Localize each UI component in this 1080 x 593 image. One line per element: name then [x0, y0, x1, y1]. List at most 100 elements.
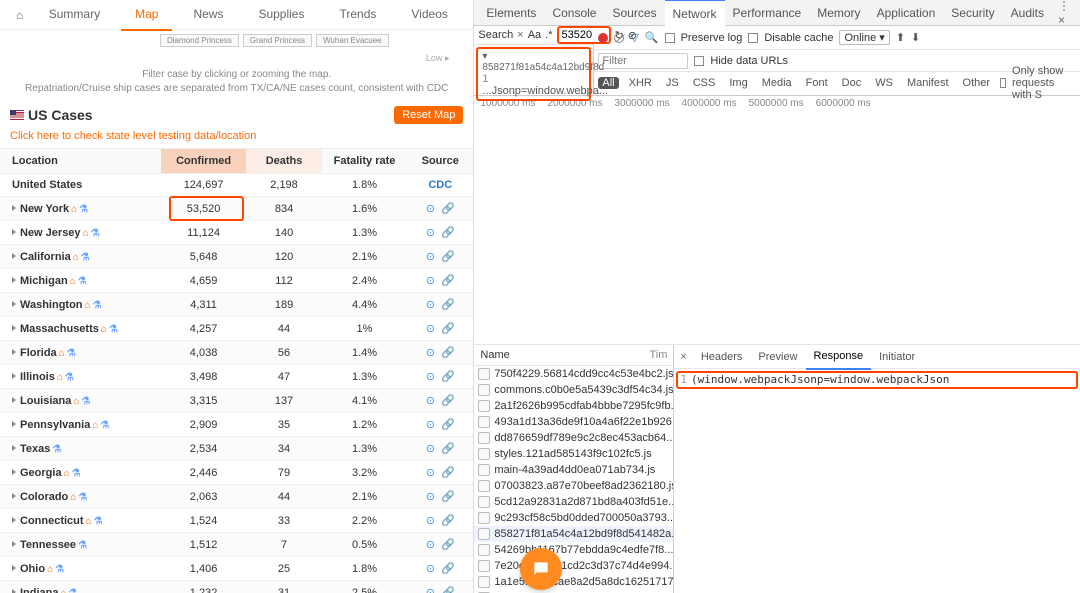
- filter-doc[interactable]: Doc: [838, 77, 866, 89]
- col-source[interactable]: Source: [407, 149, 473, 174]
- devtools-tab-elements[interactable]: Elements: [478, 0, 544, 26]
- table-row[interactable]: Colorado⌂⚗2,063442.1%⊙ 🔗: [0, 485, 473, 509]
- source-icon[interactable]: ⊙: [426, 419, 435, 431]
- filter-xhr[interactable]: XHR: [625, 77, 656, 89]
- nav-news[interactable]: News: [179, 0, 237, 31]
- network-file-row[interactable]: 750f4229.56814cdd9cc4c53e4bc2.js: [474, 366, 673, 382]
- table-row[interactable]: New Jersey⌂⚗11,1241401.3%⊙ 🔗: [0, 221, 473, 245]
- source-icon[interactable]: ⊙: [426, 443, 435, 455]
- source-link-icon[interactable]: 🔗: [441, 251, 455, 263]
- source-icon[interactable]: ⊙: [426, 491, 435, 503]
- source-link-icon[interactable]: 🔗: [441, 563, 455, 575]
- source-link-icon[interactable]: 🔗: [441, 467, 455, 479]
- detail-tab-preview[interactable]: Preview: [750, 345, 805, 369]
- filter-media[interactable]: Media: [758, 77, 796, 89]
- source-link-icon[interactable]: 🔗: [441, 227, 455, 239]
- search-icon[interactable]: 🔍: [645, 31, 659, 44]
- network-file-row[interactable]: 493a1d13a36de9f10a4a6f22e1b926...: [474, 414, 673, 430]
- reset-map-button[interactable]: Reset Map: [394, 106, 463, 124]
- source-link-icon[interactable]: 🔗: [441, 323, 455, 335]
- upload-icon[interactable]: ⬆: [896, 31, 905, 44]
- devtools-tab-performance[interactable]: Performance: [725, 0, 810, 26]
- source-icon[interactable]: ⊙: [426, 539, 435, 551]
- source-icon[interactable]: ⊙: [426, 299, 435, 311]
- source-icon[interactable]: ⊙: [426, 323, 435, 335]
- source-icon[interactable]: ⊙: [426, 515, 435, 527]
- table-row[interactable]: Pennsylvania⌂⚗2,909351.2%⊙ 🔗: [0, 413, 473, 437]
- col-location[interactable]: Location: [0, 149, 161, 174]
- source-link-icon[interactable]: 🔗: [441, 443, 455, 455]
- network-file-row[interactable]: 9c293cf58c5bd0dded700050a3793...: [474, 510, 673, 526]
- network-file-row[interactable]: commons.c0b0e5a5439c3df54c34.js: [474, 382, 673, 398]
- nav-summary[interactable]: Summary: [35, 0, 114, 31]
- nav-map[interactable]: Map: [121, 0, 172, 31]
- table-row[interactable]: Tennessee⚗1,51270.5%⊙ 🔗: [0, 533, 473, 557]
- source-icon[interactable]: ⊙: [426, 371, 435, 383]
- table-row[interactable]: Washington⌂⚗4,3111894.4%⊙ 🔗: [0, 293, 473, 317]
- table-row[interactable]: Ohio⌂⚗1,406251.8%⊙ 🔗: [0, 557, 473, 581]
- detail-tab-headers[interactable]: Headers: [693, 345, 751, 369]
- source-link-icon[interactable]: 🔗: [441, 299, 455, 311]
- filter-ws[interactable]: WS: [871, 77, 897, 89]
- filter-input[interactable]: [598, 53, 688, 69]
- col-deaths[interactable]: Deaths: [246, 149, 322, 174]
- filter-font[interactable]: Font: [802, 77, 832, 89]
- table-row[interactable]: Georgia⌂⚗2,446793.2%⊙ 🔗: [0, 461, 473, 485]
- table-row[interactable]: Connecticut⌂⚗1,524332.2%⊙ 🔗: [0, 509, 473, 533]
- filter-icon[interactable]: ▽: [630, 31, 638, 44]
- source-icon[interactable]: ⊙: [426, 203, 435, 215]
- source-link-icon[interactable]: 🔗: [441, 203, 455, 215]
- download-icon[interactable]: ⬇: [911, 31, 920, 44]
- home-icon[interactable]: ⌂: [16, 8, 23, 22]
- table-row[interactable]: California⌂⚗5,6481202.1%⊙ 🔗: [0, 245, 473, 269]
- detail-tab-initiator[interactable]: Initiator: [871, 345, 923, 369]
- network-file-row[interactable]: styles.121ad585143f9c102fc5.js: [474, 446, 673, 462]
- devtools-tab-audits[interactable]: Audits: [1003, 0, 1052, 26]
- network-file-row[interactable]: 7e20e53172c1cd2c3d37c74d4e994...: [474, 558, 673, 574]
- source-icon[interactable]: ⊙: [426, 467, 435, 479]
- search-close-icon[interactable]: ×: [517, 29, 523, 41]
- search-regex-toggle[interactable]: .*: [545, 29, 552, 41]
- network-file-row[interactable]: 54269bb1167b77ebdda9c4edfe7f8...: [474, 542, 673, 558]
- devtools-tab-console[interactable]: Console: [544, 0, 604, 26]
- search-result-row[interactable]: ▾ 858271f81a54c4a12bd9f8d 1 ...Jsonp=win…: [476, 47, 591, 101]
- col-confirmed[interactable]: Confirmed: [161, 149, 246, 174]
- record-icon[interactable]: [598, 33, 608, 43]
- source-link-icon[interactable]: 🔗: [441, 539, 455, 551]
- network-file-row[interactable]: main-4a39ad4dd0ea071ab734.js: [474, 462, 673, 478]
- source-link-icon[interactable]: 🔗: [441, 395, 455, 407]
- legend-item[interactable]: Wuhan Evacuee: [316, 34, 389, 47]
- search-case-toggle[interactable]: Aa: [528, 29, 541, 41]
- detail-tab-response[interactable]: Response: [806, 344, 872, 370]
- source-link-icon[interactable]: 🔗: [441, 515, 455, 527]
- clear-log-icon[interactable]: [614, 33, 624, 43]
- state-testing-link[interactable]: Click here to check state level testing …: [0, 128, 473, 148]
- source-link-icon[interactable]: 🔗: [441, 491, 455, 503]
- source-icon[interactable]: ⊙: [426, 227, 435, 239]
- devtools-menu-icon[interactable]: ⋮ ×: [1052, 0, 1076, 27]
- table-row[interactable]: Florida⌂⚗4,038561.4%⊙ 🔗: [0, 341, 473, 365]
- source-link-icon[interactable]: 🔗: [441, 275, 455, 287]
- network-file-row[interactable]: 1a1e5f0501cae8a2d5a8dc16251717...: [474, 574, 673, 590]
- legend-item[interactable]: Diamond Princess: [160, 34, 239, 47]
- nav-trends[interactable]: Trends: [325, 0, 390, 31]
- filter-other[interactable]: Other: [959, 77, 995, 89]
- source-link-icon[interactable]: 🔗: [441, 347, 455, 359]
- filter-js[interactable]: JS: [662, 77, 683, 89]
- nav-supplies[interactable]: Supplies: [244, 0, 318, 31]
- nav-videos[interactable]: Videos: [397, 0, 461, 31]
- source-link-icon[interactable]: 🔗: [441, 587, 455, 593]
- detail-close-icon[interactable]: ×: [674, 351, 692, 363]
- source-icon[interactable]: ⊙: [426, 395, 435, 407]
- table-row[interactable]: Indiana⌂⚗1,232312.5%⊙ 🔗: [0, 581, 473, 593]
- source-icon[interactable]: ⊙: [426, 587, 435, 593]
- filter-manifest[interactable]: Manifest: [903, 77, 953, 89]
- filter-css[interactable]: CSS: [689, 77, 720, 89]
- devtools-tab-memory[interactable]: Memory: [809, 0, 868, 26]
- preserve-log-checkbox[interactable]: [665, 33, 675, 43]
- devtools-tab-sources[interactable]: Sources: [604, 0, 664, 26]
- devtools-tab-network[interactable]: Network: [665, 0, 725, 27]
- table-row[interactable]: Louisiana⌂⚗3,3151374.1%⊙ 🔗: [0, 389, 473, 413]
- table-row[interactable]: Texas⚗2,534341.3%⊙ 🔗: [0, 437, 473, 461]
- throttle-select[interactable]: Online ▾: [839, 30, 889, 45]
